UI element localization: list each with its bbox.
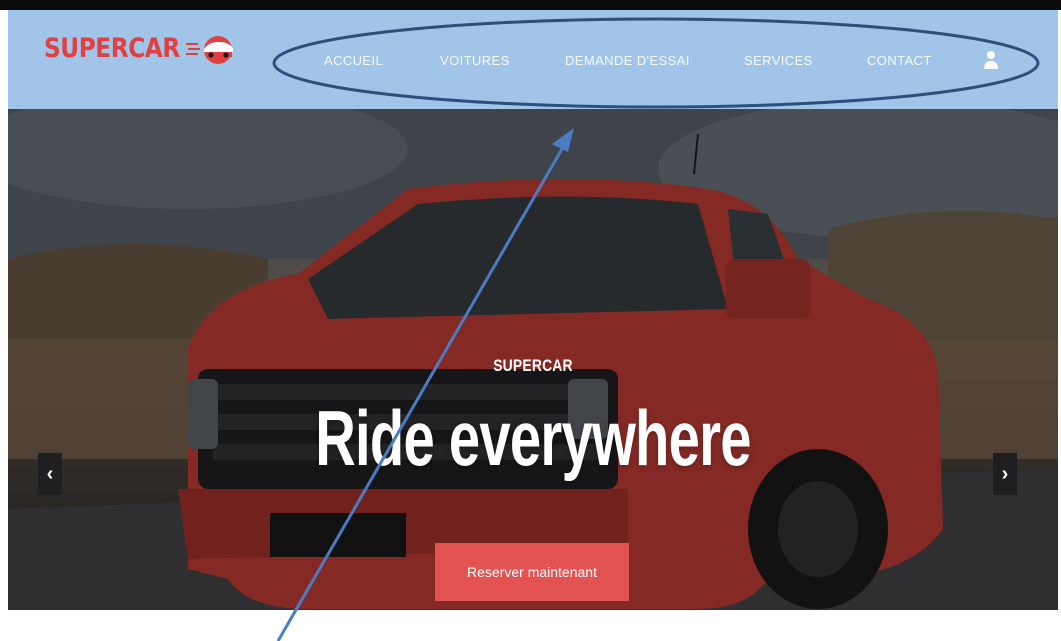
main-nav: ACCUEIL VOITURES DEMANDE D'ESSAI SERVICE… [8, 10, 1058, 109]
top-black-bar [0, 0, 1061, 10]
nav-demande-essai[interactable]: DEMANDE D'ESSAI [565, 53, 690, 68]
nav-voitures[interactable]: VOITURES [440, 53, 510, 68]
user-icon[interactable] [983, 50, 999, 70]
nav-services[interactable]: SERVICES [744, 53, 813, 68]
chevron-left-icon[interactable]: ‹ [38, 453, 62, 495]
redaction-box [270, 513, 406, 557]
hero-carousel: SUPERCAR Ride everywhere Reserver mainte… [8, 109, 1058, 610]
chevron-right-icon[interactable]: › [993, 453, 1017, 495]
hero-subtitle: SUPERCAR [493, 356, 573, 375]
reserve-now-button[interactable]: Reserver maintenant [435, 543, 629, 601]
nav-accueil[interactable]: ACCUEIL [324, 53, 383, 68]
navbar: SUPERCAR ACCUEIL VOITURES DEMANDE D'ESSA… [8, 10, 1058, 109]
hero-title: Ride everywhere [315, 394, 751, 482]
nav-contact[interactable]: CONTACT [867, 53, 932, 68]
